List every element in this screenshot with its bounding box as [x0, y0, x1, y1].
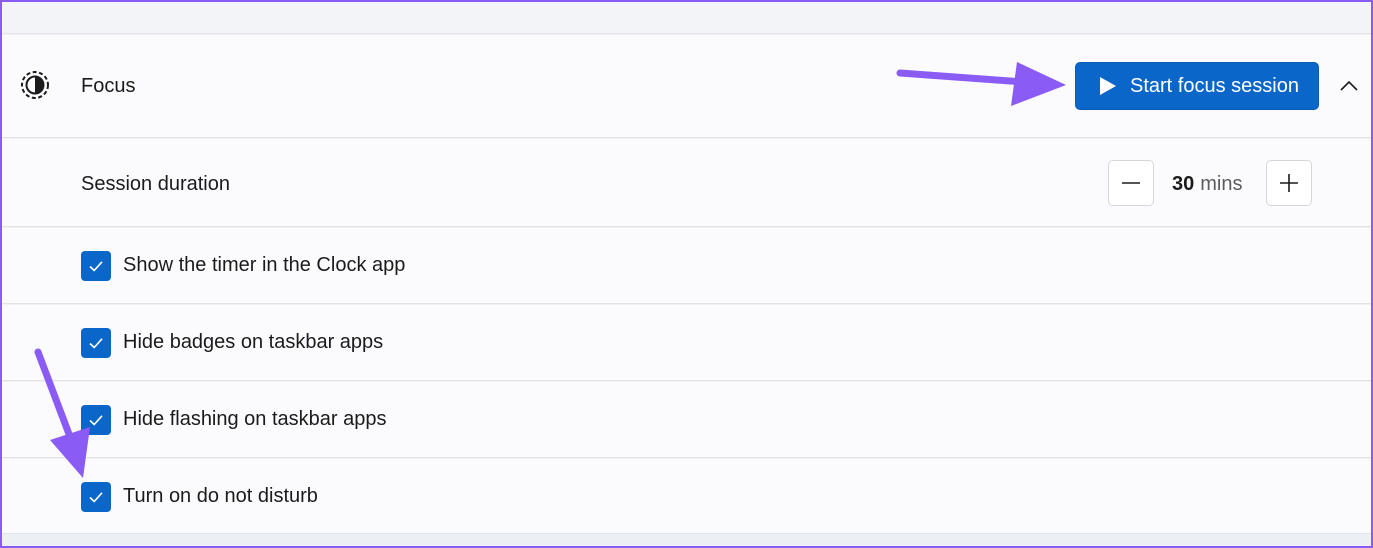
- option-row-do-not-disturb: Turn on do not disturb: [2, 459, 1371, 534]
- start-focus-session-button[interactable]: Start focus session: [1075, 62, 1319, 110]
- plus-icon: [1280, 174, 1298, 192]
- session-duration-row: Session duration 30 mins: [2, 139, 1371, 227]
- checkmark-icon: [89, 492, 103, 503]
- decrease-duration-button[interactable]: [1108, 160, 1154, 206]
- checkbox-do-not-disturb[interactable]: [81, 482, 111, 512]
- focus-icon: [21, 71, 49, 99]
- checkbox-hide-flashing[interactable]: [81, 405, 111, 435]
- duration-unit: mins: [1200, 173, 1243, 195]
- option-label: Hide flashing on taskbar apps: [123, 408, 387, 430]
- start-focus-session-label: Start focus session: [1130, 74, 1299, 97]
- option-label: Show the timer in the Clock app: [123, 254, 406, 276]
- checkmark-icon: [89, 415, 103, 426]
- increase-duration-button[interactable]: [1266, 160, 1312, 206]
- focus-header-row[interactable]: Focus Start focus session: [2, 35, 1371, 138]
- option-label: Hide badges on taskbar apps: [123, 331, 384, 353]
- play-icon: [1100, 77, 1116, 95]
- checkbox-show-timer[interactable]: [81, 251, 111, 281]
- focus-settings-window: Focus Start focus session Session durati…: [0, 0, 1373, 548]
- checkmark-icon: [89, 338, 103, 349]
- bottom-strip: [2, 535, 1371, 546]
- checkmark-icon: [89, 261, 103, 272]
- checkbox-hide-badges[interactable]: [81, 328, 111, 358]
- session-duration-value: 30 mins: [1172, 173, 1242, 196]
- option-row-hide-flashing: Hide flashing on taskbar apps: [2, 382, 1371, 458]
- option-row-clock-timer: Show the timer in the Clock app: [2, 228, 1371, 304]
- minus-icon: [1122, 182, 1140, 184]
- option-label: Turn on do not disturb: [123, 485, 318, 507]
- session-duration-label: Session duration: [81, 173, 230, 195]
- chevron-up-icon[interactable]: [1338, 77, 1360, 95]
- duration-number: 30: [1172, 173, 1195, 195]
- focus-title: Focus: [81, 75, 136, 97]
- option-row-hide-badges: Hide badges on taskbar apps: [2, 305, 1371, 381]
- top-strip: [2, 2, 1371, 34]
